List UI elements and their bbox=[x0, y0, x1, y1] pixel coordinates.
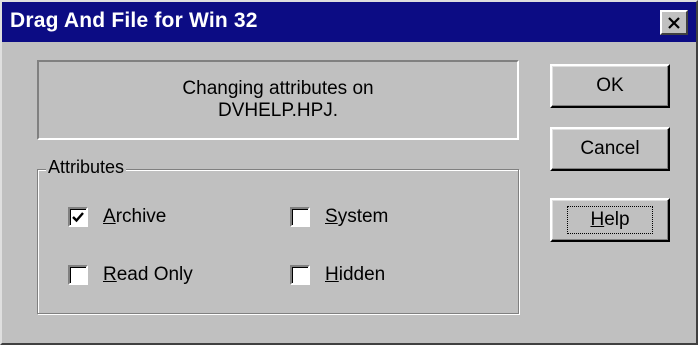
system-checkbox-item[interactable]: System bbox=[290, 206, 388, 228]
archive-checkbox[interactable] bbox=[68, 207, 88, 227]
window-title: Drag And File for Win 32 bbox=[10, 9, 258, 32]
close-button[interactable] bbox=[660, 10, 688, 35]
hidden-checkbox[interactable] bbox=[290, 265, 310, 285]
cancel-button[interactable]: Cancel bbox=[550, 127, 670, 171]
hidden-label: Hidden bbox=[325, 264, 386, 285]
status-message-line1: Changing attributes on bbox=[182, 78, 374, 99]
title-bar[interactable]: Drag And File for Win 32 bbox=[2, 2, 696, 42]
status-message-line2: DVHELP.HPJ. bbox=[217, 100, 339, 121]
archive-checkbox-item[interactable]: Archive bbox=[68, 206, 166, 228]
help-button-label: Help bbox=[567, 206, 653, 234]
attributes-groupbox: Attributes Archive System Read Only Hidd… bbox=[37, 157, 519, 314]
status-message-panel: Changing attributes on DVHELP.HPJ. bbox=[37, 60, 519, 140]
dialog-window: Drag And File for Win 32 Changing attrib… bbox=[0, 0, 698, 345]
hidden-checkbox-item[interactable]: Hidden bbox=[290, 264, 385, 286]
system-checkbox[interactable] bbox=[290, 207, 310, 227]
cancel-button-label: Cancel bbox=[580, 138, 640, 159]
ok-button-label: OK bbox=[596, 75, 624, 96]
ok-button[interactable]: OK bbox=[550, 64, 670, 108]
checkmark-icon bbox=[72, 212, 84, 223]
read-only-checkbox[interactable] bbox=[68, 265, 88, 285]
read-only-label: Read Only bbox=[103, 264, 193, 285]
close-icon bbox=[668, 16, 680, 29]
system-label: System bbox=[325, 206, 389, 227]
help-button[interactable]: Help bbox=[550, 198, 670, 242]
read-only-checkbox-item[interactable]: Read Only bbox=[68, 264, 193, 286]
archive-label: Archive bbox=[103, 206, 167, 227]
attributes-group-label: Attributes bbox=[46, 157, 127, 178]
